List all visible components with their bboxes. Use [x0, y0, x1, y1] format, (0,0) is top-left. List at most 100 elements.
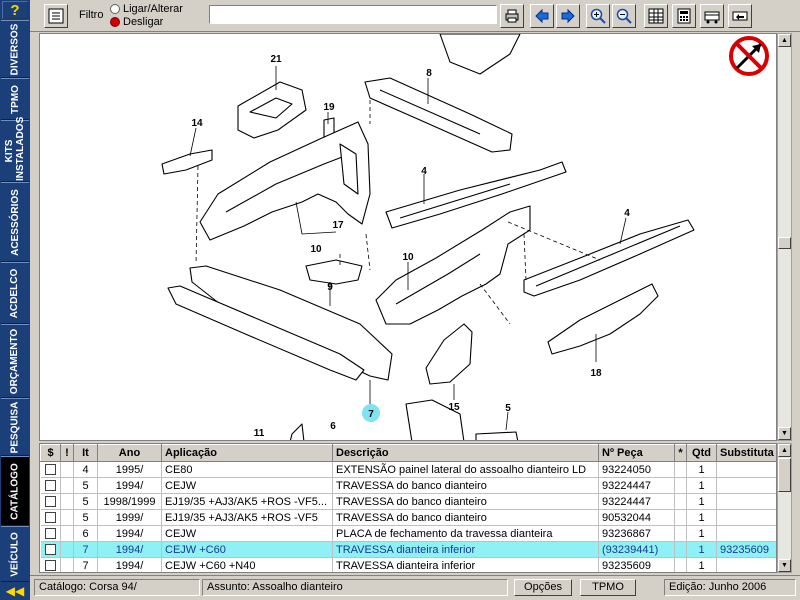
print-button[interactable]	[500, 4, 524, 28]
cart-remove-button[interactable]	[728, 4, 752, 28]
cell-descricao: TRAVESSA do banco dianteiro	[332, 493, 599, 510]
cell-aplicacao: CEJW +C60	[161, 541, 333, 558]
zoom-in-button[interactable]	[586, 4, 610, 28]
cell-qtd: 1	[686, 541, 717, 558]
callout-8[interactable]: 8	[426, 68, 432, 79]
table-row[interactable]: 7 1994/CEJW +C60 +N40 TRAVESSA dianteira i…	[40, 557, 776, 572]
filter-settings-button[interactable]	[44, 4, 68, 28]
callout-9[interactable]: 9	[327, 282, 333, 293]
cell-star	[674, 493, 687, 510]
row-checkbox[interactable]	[44, 480, 56, 492]
col-header-item[interactable]: It	[73, 444, 98, 462]
col-header-qtd[interactable]: Qtd	[686, 444, 717, 462]
table-row[interactable]: 7 1994/CEJW +C60 TRAVESSA dianteira inferi…	[40, 541, 776, 558]
status-catalogo: Catálogo: Corsa 94/	[34, 579, 200, 596]
collapse-arrow-icon[interactable]: ◀◀	[4, 584, 26, 598]
col-header-price[interactable]: $	[40, 444, 61, 462]
table-row[interactable]: 6 1994/CEJW PLACA de fechamento da travess…	[40, 525, 776, 542]
cell-qtd: 1	[686, 509, 717, 526]
table-row[interactable]: 4 1995/CE80 EXTENSÃO painel lateral do ass…	[40, 461, 776, 478]
diagram-vertical-scrollbar[interactable]: ▲ ▼	[777, 33, 792, 441]
callout-18[interactable]: 18	[590, 368, 602, 379]
help-button[interactable]: ?	[2, 1, 28, 19]
row-checkbox[interactable]	[44, 512, 56, 524]
row-checkbox[interactable]	[44, 528, 56, 540]
next-button[interactable]	[556, 4, 580, 28]
tab-catalogo[interactable]: CATÁLOGO	[1, 456, 29, 526]
table-scroll-thumb[interactable]	[778, 458, 791, 492]
row-alert-cell	[60, 541, 74, 558]
grid-button[interactable]	[644, 4, 668, 28]
diagram-scroll-thumb[interactable]	[778, 237, 791, 249]
zoom-out-button[interactable]	[612, 4, 636, 28]
tab-pesquisa[interactable]: PESQUISA	[1, 398, 29, 456]
callout-4b[interactable]: 4	[624, 208, 630, 219]
table-row[interactable]: 5 1994/CEJW TRAVESSA do banco dianteiro 932…	[40, 477, 776, 494]
calculator-button[interactable]	[672, 4, 696, 28]
cell-substituta	[716, 493, 776, 510]
callout-19[interactable]: 19	[323, 102, 335, 113]
tab-acessorios[interactable]: ACESSÓRIOS	[1, 182, 29, 262]
cell-ano: 1995/	[97, 461, 162, 478]
row-checkbox-cell	[40, 493, 61, 510]
scroll-down-arrow-icon[interactable]: ▼	[778, 427, 791, 440]
col-header-descricao[interactable]: Descrição	[332, 444, 599, 462]
table-row[interactable]: 5 1998/1999 EJ19/35 +AJ3/AK5 +ROS -VF5... T…	[40, 493, 776, 510]
row-checkbox-cell	[40, 509, 61, 526]
grid-icon	[648, 8, 664, 24]
cell-substituta	[716, 557, 776, 572]
table-scroll-down-arrow-icon[interactable]: ▼	[778, 559, 791, 572]
opcoes-button[interactable]: Opções	[514, 579, 572, 596]
col-header-aplicacao[interactable]: Aplicação	[161, 444, 333, 462]
previous-button[interactable]	[530, 4, 554, 28]
tab-orcamento[interactable]: ORÇAMENTO	[1, 324, 29, 398]
radio-ligar-circle[interactable]	[110, 4, 120, 14]
row-checkbox[interactable]	[44, 464, 56, 476]
callout-14[interactable]: 14	[191, 118, 203, 129]
no-arrow-icon[interactable]	[729, 36, 769, 76]
row-checkbox-cell	[40, 541, 61, 558]
callout-21[interactable]: 21	[270, 54, 282, 65]
table-vertical-scrollbar[interactable]: ▲ ▼	[777, 443, 792, 573]
scroll-up-arrow-icon[interactable]: ▲	[778, 34, 791, 47]
row-checkbox[interactable]	[44, 496, 56, 508]
callout-11[interactable]: 11	[254, 428, 265, 439]
tab-tpmo[interactable]: TPMO	[1, 78, 29, 120]
callout-7[interactable]: 7	[368, 409, 374, 420]
cart-icon	[704, 11, 720, 24]
cell-substituta	[716, 461, 776, 478]
radio-ligar[interactable]: Ligar/Alterar	[110, 3, 183, 15]
callout-10b[interactable]: 10	[402, 252, 414, 263]
parts-diagram[interactable]: 21 8 19 14 4 17 10 4 10 9 18 7 15 5 11 6	[39, 33, 777, 441]
col-header-alert[interactable]: !	[60, 444, 74, 462]
cell-peca: 93224447	[598, 477, 675, 494]
col-header-ano[interactable]: Ano	[97, 444, 162, 462]
callout-17[interactable]: 17	[332, 220, 344, 231]
callout-5[interactable]: 5	[505, 403, 511, 414]
tab-veiculo[interactable]: VEÍCULO	[1, 526, 29, 582]
arrow-left-icon	[535, 8, 549, 24]
col-header-substituta[interactable]: Substituta	[716, 444, 776, 462]
cell-descricao: TRAVESSA do banco dianteiro	[332, 477, 599, 494]
cell-peca: 93224050	[598, 461, 675, 478]
tpmo-button[interactable]: TPMO	[580, 579, 636, 596]
tab-acdelco[interactable]: ACDELCO	[1, 262, 29, 324]
callout-10a[interactable]: 10	[310, 244, 322, 255]
table-scroll-up-arrow-icon[interactable]: ▲	[778, 444, 791, 457]
table-row[interactable]: 5 1999/EJ19/35 +AJ3/AK5 +ROS -VF5 TRAVESSA…	[40, 509, 776, 526]
tab-diversos[interactable]: DIVERSOS	[1, 20, 29, 78]
col-header-peca[interactable]: Nº Peça	[598, 444, 675, 462]
row-checkbox[interactable]	[44, 560, 56, 572]
tab-kits-instalados[interactable]: KITS INSTALADOS	[1, 117, 29, 182]
cart-add-button[interactable]	[700, 4, 724, 28]
col-header-star[interactable]: *	[674, 444, 687, 462]
filter-input[interactable]	[209, 5, 497, 24]
row-checkbox[interactable]	[44, 544, 56, 556]
toolbar: Filtro Ligar/Alterar Desligar	[30, 0, 800, 32]
radio-desligar-circle[interactable]	[110, 17, 120, 27]
callout-4a[interactable]: 4	[421, 166, 427, 177]
callout-6[interactable]: 6	[330, 421, 336, 432]
callout-15[interactable]: 15	[448, 402, 460, 413]
radio-desligar[interactable]: Desligar	[110, 16, 163, 28]
row-alert-cell	[60, 461, 74, 478]
